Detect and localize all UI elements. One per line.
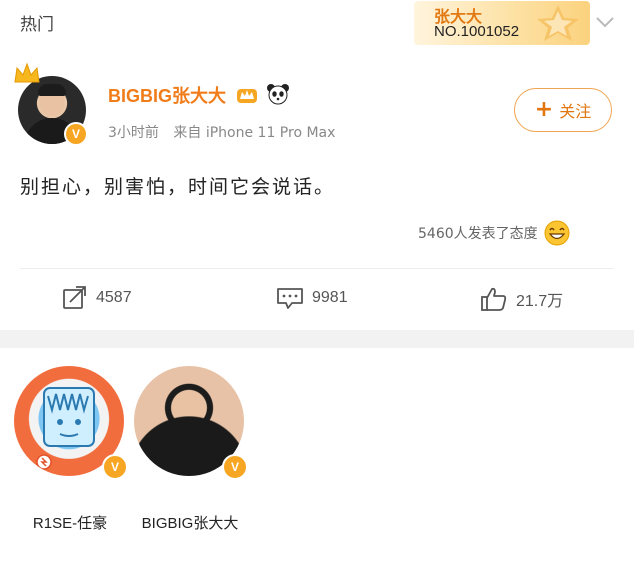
post-content: 别担心，别害怕，时间它会说话。 [20, 176, 336, 198]
likers-list: V R1SE-任豪 V BIGBIG张大大 [0, 348, 634, 562]
divider [20, 268, 614, 269]
follow-label: 关注 [559, 102, 592, 121]
liker-name: R1SE-任豪 [32, 515, 108, 532]
attitude-summary[interactable]: 5460人发表了态度 [418, 220, 570, 246]
crown-icon [14, 62, 40, 83]
liker-name: BIGBIG张大大 [141, 515, 239, 532]
top-bar: 热门 张大大 NO.1001052 [0, 0, 634, 52]
repost-count: 4587 [96, 289, 132, 306]
attitude-text: 5460人发表了态度 [418, 226, 538, 242]
post-card: V BIGBIG张大大 3小时前 来自 iPhone 11 Pro Max + … [0, 52, 634, 330]
post-meta: 3小时前 来自 iPhone 11 Pro Max [108, 122, 345, 142]
action-bar: 4587 9981 21.7万 [0, 278, 634, 318]
author-avatar[interactable]: V [14, 62, 88, 146]
fan-badge-number: NO.1001052 [434, 23, 520, 40]
verified-icon: V [102, 454, 128, 480]
like-button[interactable]: 21.7万 [480, 286, 563, 312]
comment-count: 9981 [312, 289, 348, 306]
verified-icon: V [222, 454, 248, 480]
author-name[interactable]: BIGBIG张大大 [108, 82, 290, 108]
follow-button[interactable]: + 关注 [514, 88, 612, 132]
star-icon [537, 5, 579, 41]
repost-icon [63, 286, 86, 309]
crown-badge-icon [237, 89, 258, 103]
plus-icon: + [534, 97, 554, 122]
post-source: 来自 iPhone 11 Pro Max [173, 125, 336, 141]
smile-emoji-icon [544, 220, 570, 246]
section-separator [0, 330, 634, 348]
chevron-down-icon[interactable] [594, 10, 616, 32]
post-time: 3小时前 [108, 125, 159, 141]
liker-item[interactable]: V BIGBIG张大大 [130, 362, 250, 542]
liker-item[interactable]: V R1SE-任豪 [10, 362, 130, 542]
thumbs-up-icon [481, 287, 507, 311]
author-name-text: BIGBIG张大大 [108, 86, 227, 106]
like-count: 21.7万 [516, 293, 564, 310]
panda-icon [267, 84, 290, 105]
tab-hot[interactable]: 热门 [20, 10, 54, 35]
comment-icon [277, 288, 303, 309]
fan-badge-card[interactable]: 张大大 NO.1001052 [414, 1, 590, 45]
comment-button[interactable]: 9981 [276, 286, 348, 310]
verified-icon: V [64, 122, 88, 146]
repost-button[interactable]: 4587 [62, 286, 132, 310]
